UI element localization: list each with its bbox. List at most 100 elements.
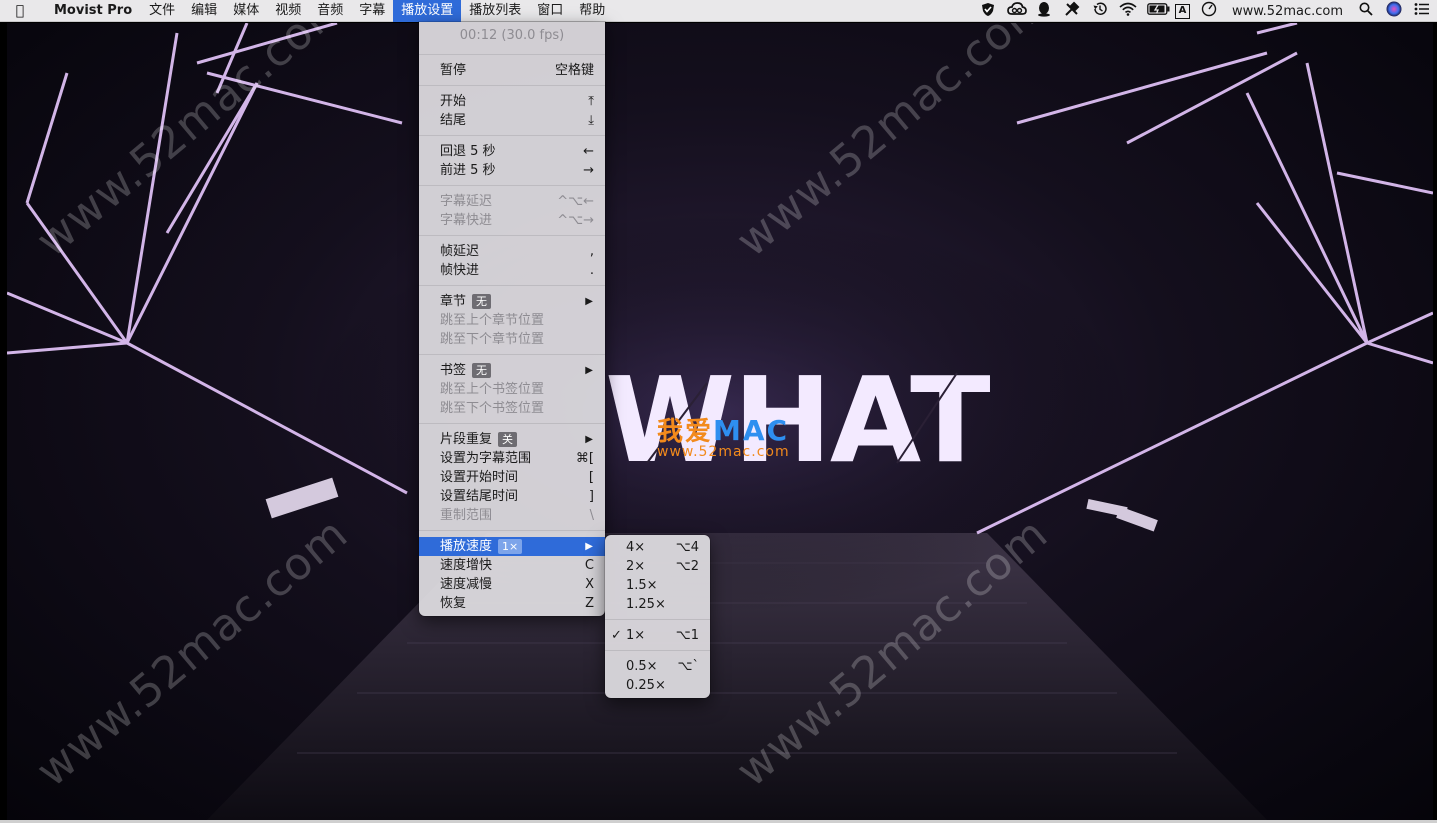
menu-media[interactable]: 媒体 [225, 0, 267, 22]
status-badge: 无 [472, 363, 492, 378]
menu-item-label: 回退 5 秒 [440, 144, 496, 159]
menu-item-playback-speed[interactable]: 播放速度 1× ▶ [419, 537, 605, 556]
tools-icon[interactable] [1063, 1, 1081, 21]
shield-check-icon[interactable] [979, 2, 997, 21]
menu-item-label: 4× [626, 540, 646, 555]
menu-separator [419, 54, 605, 55]
menu-shortcut: Z [585, 596, 594, 611]
checkmark-icon: ✓ [611, 628, 622, 643]
siri-icon[interactable] [1385, 1, 1403, 21]
menu-separator [419, 85, 605, 86]
search-icon[interactable] [1357, 2, 1375, 20]
status-area: A www.52mac.com [979, 0, 1431, 22]
menu-item-ab-repeat[interactable]: 片段重复关 ▶ [419, 430, 605, 449]
speed-option-1-5x[interactable]: 1.5× [605, 576, 710, 595]
menu-edit[interactable]: 编辑 [183, 0, 225, 22]
menu-item-end[interactable]: 结尾 ⤓ [419, 111, 605, 130]
menu-item-set-end-time[interactable]: 设置结尾时间] [419, 487, 605, 506]
wifi-icon[interactable] [1119, 2, 1137, 20]
logo-cn-text: 我爱 [657, 417, 714, 447]
menu-item-forward[interactable]: 前进 5 秒 → [419, 161, 605, 180]
menu-help[interactable]: 帮助 [571, 0, 613, 22]
menu-shortcut: ⌥2 [675, 559, 699, 574]
playback-speed-submenu: 4× ⌥4 2× ⌥2 1.5× 1.25× ✓ 1× ⌥1 0.5× ⌥` 0.25× [605, 535, 710, 698]
menu-shortcut: ⌥1 [675, 628, 699, 643]
menu-window[interactable]: 窗口 [529, 0, 571, 22]
video-player[interactable]: WHAT www.52mac.com www.52mac.com www.52m… [7, 23, 1433, 820]
menu-item-speed-down[interactable]: 速度减慢 X [419, 575, 605, 594]
notification-center-icon[interactable] [1413, 2, 1431, 20]
menu-shortcut: [ [588, 470, 594, 485]
menu-subtitle[interactable]: 字幕 [351, 0, 393, 22]
time-machine-icon[interactable] [1091, 1, 1109, 21]
menu-separator [419, 185, 605, 186]
menu-separator [419, 135, 605, 136]
menu-separator [419, 235, 605, 236]
menu-item-label: 0.5× [626, 659, 658, 674]
speed-option-1-25x[interactable]: 1.25× [605, 595, 710, 614]
creative-cloud-icon[interactable] [1007, 2, 1027, 20]
menu-item-set-subtitle-range[interactable]: 设置为字幕范围 ⌘[ [419, 449, 605, 468]
speed-option-0-25x[interactable]: 0.25× [605, 676, 710, 695]
status-url[interactable]: www.52mac.com [1228, 4, 1347, 19]
menu-item-chapter[interactable]: 章节无 ▶ [419, 292, 605, 311]
menu-item-set-start-time[interactable]: 设置开始时间 [ [419, 468, 605, 487]
menu-item-label: 帧快进 [440, 263, 480, 278]
menu-shortcut: ] [588, 489, 594, 504]
playback-time-header: 00:12 (30.0 fps) [459, 28, 565, 43]
menu-video[interactable]: 视频 [267, 0, 309, 22]
menu-shortcut: 空格键 [554, 63, 594, 78]
menu-item-bookmark[interactable]: 书签无 ▶ [419, 361, 605, 380]
menu-item-begin[interactable]: 开始 ⤒ [419, 92, 605, 111]
logo-en-text: MAC [713, 414, 790, 447]
menu-shortcut: , [589, 244, 594, 259]
input-source-icon[interactable]: A [1174, 3, 1190, 19]
speed-option-1x[interactable]: ✓ 1× ⌥1 [605, 626, 710, 645]
menu-item-next-chapter: 跳至下个章节位置 [419, 330, 605, 349]
menu-item-label: 书签 [440, 363, 467, 378]
submenu-arrow-icon: ▶ [585, 541, 593, 552]
menu-item-label: 片段重复 [440, 432, 493, 447]
menu-item-frame-advance[interactable]: 帧快进. [419, 261, 605, 280]
menu-bar:  Movist Pro 文件 编辑 媒体 视频 音频 字幕 播放设置 播放列表… [0, 0, 1437, 22]
status-badge: 1× [498, 539, 523, 554]
menu-item-pause[interactable]: 暂停 空格键 [419, 61, 605, 80]
menu-audio[interactable]: 音频 [309, 0, 351, 22]
menu-separator [605, 619, 710, 620]
apple-menu-icon[interactable]:  [0, 3, 40, 19]
menu-item-label: 章节 [440, 294, 467, 309]
menu-item-speed-up[interactable]: 速度增快 C [419, 556, 605, 575]
menu-item-subtitle-delay: 字幕延迟 ^⌥← [419, 192, 605, 211]
qq-icon[interactable] [1035, 1, 1053, 21]
clock-icon[interactable] [1200, 1, 1218, 21]
menu-item-restore-speed[interactable]: 恢复 Z [419, 594, 605, 613]
menu-item-label: 开始 [440, 94, 467, 109]
menu-item-frame-delay[interactable]: 帧延迟, [419, 242, 605, 261]
menu-item-subtitle-advance: 字幕快进 ^⌥→ [419, 211, 605, 230]
menu-file[interactable]: 文件 [141, 0, 183, 22]
menu-item-label: 跳至上个章节位置 [440, 313, 545, 328]
menu-item-label: 字幕延迟 [440, 194, 493, 209]
menu-shortcut: ⌘[ [575, 451, 594, 466]
menu-playlist[interactable]: 播放列表 [461, 0, 529, 22]
menu-item-prev-chapter: 跳至上个章节位置 [419, 311, 605, 330]
speed-option-4x[interactable]: 4× ⌥4 [605, 538, 710, 557]
menu-item-rewind[interactable]: 回退 5 秒 ← [419, 142, 605, 161]
menu-item-label: 重制范围 [440, 508, 493, 523]
app-menu[interactable]: Movist Pro [40, 3, 141, 18]
playback-settings-menu: 00:12 (30.0 fps) 暂停 空格键 开始 ⤒ 结尾 ⤓ 回退 5 秒 ← 前… [419, 22, 605, 616]
speed-option-2x[interactable]: 2× ⌥2 [605, 557, 710, 576]
battery-icon[interactable] [1147, 3, 1170, 19]
menu-item-label: 跳至下个章节位置 [440, 332, 545, 347]
menu-separator [419, 285, 605, 286]
menu-item-label: 结尾 [440, 113, 467, 128]
menu-shortcut: ← [583, 144, 594, 159]
menu-item-label: 1× [626, 628, 646, 643]
menu-shortcut: ^⌥← [557, 194, 594, 209]
menu-shortcut: ⌥` [677, 659, 699, 674]
menu-playback[interactable]: 播放设置 [393, 0, 462, 22]
menu-separator [419, 423, 605, 424]
menu-item-label: 帧延迟 [440, 244, 480, 259]
menu-shortcut: ⌥4 [675, 540, 699, 555]
speed-option-0-5x[interactable]: 0.5× ⌥` [605, 657, 710, 676]
